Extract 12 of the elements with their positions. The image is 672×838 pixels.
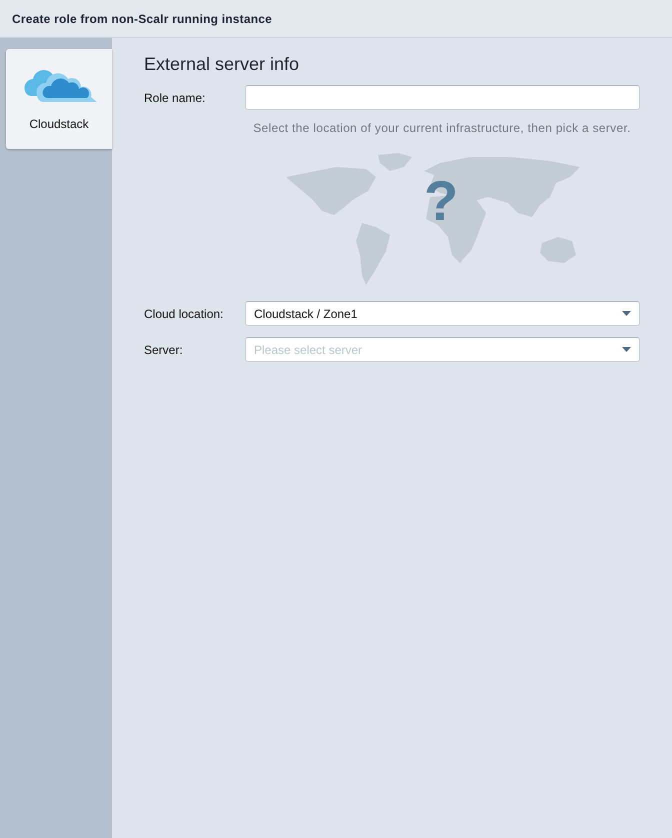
input-field[interactable]	[245, 85, 640, 110]
dropdown-caret-icon	[622, 347, 631, 352]
field-label: Role name:	[144, 90, 206, 104]
field-label: Cloud location:	[144, 306, 224, 320]
section-title: External server info	[144, 54, 300, 75]
field-label: Server:	[144, 342, 184, 356]
question-mark: ?	[424, 173, 458, 229]
hint-text: Select the location of your current infrastructure, then pick a server.	[253, 121, 631, 135]
dropdown-caret-icon	[622, 311, 631, 316]
platform-tile[interactable]: Cloudstack	[6, 49, 112, 149]
window-title: Create role from non-Scalr running instance	[12, 12, 272, 26]
select-field[interactable]: Cloudstack / Zone1	[245, 301, 640, 326]
